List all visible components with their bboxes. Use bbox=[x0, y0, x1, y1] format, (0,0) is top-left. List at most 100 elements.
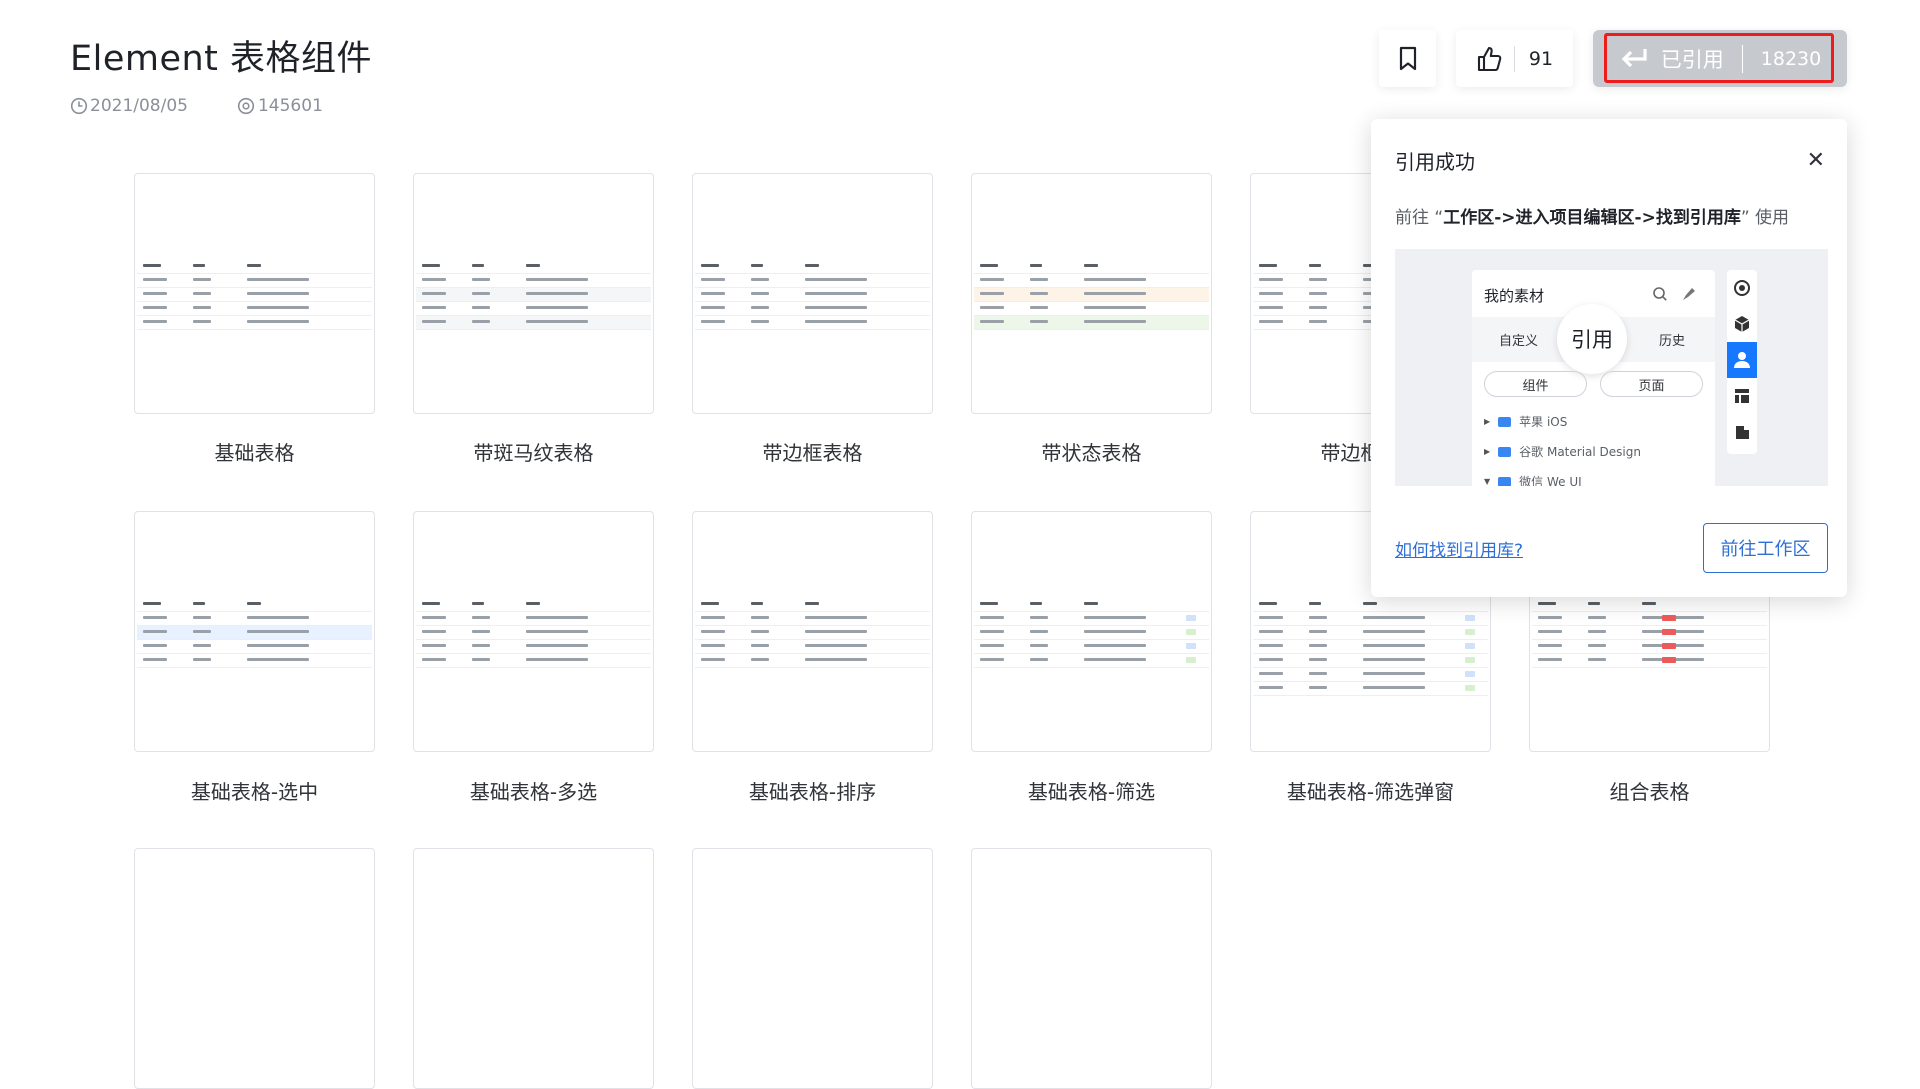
go-to-workspace-button[interactable]: 前往工作区 bbox=[1703, 523, 1828, 573]
user-icon bbox=[1727, 342, 1757, 378]
component-card-label: 基础表格-筛选 bbox=[1027, 780, 1156, 804]
thumbnail-row bbox=[1253, 598, 1488, 612]
publish-date: 2021/08/05 bbox=[70, 96, 188, 116]
thumbnail-row bbox=[974, 274, 1209, 288]
component-card[interactable] bbox=[692, 173, 933, 414]
thumbnail-row bbox=[137, 288, 372, 302]
cite-success-popup: 引用成功 ✕ 前往 “工作区->进入项目编辑区->找到引用库” 使用 我的素材 … bbox=[1371, 119, 1847, 597]
table-thumbnail bbox=[137, 260, 372, 330]
thumbnail-row bbox=[1532, 654, 1767, 668]
how-to-find-library-link[interactable]: 如何找到引用库? bbox=[1395, 536, 1523, 561]
component-card-label: 带斑马纹表格 bbox=[473, 441, 594, 465]
thumbnail-row bbox=[416, 316, 651, 330]
popup-description: 前往 “工作区->进入项目编辑区->找到引用库” 使用 bbox=[1395, 203, 1789, 228]
thumbnail-row bbox=[416, 274, 651, 288]
thumbnail-row bbox=[416, 260, 651, 274]
thumbnail-row bbox=[974, 302, 1209, 316]
thumbnail-row bbox=[1253, 682, 1488, 696]
component-card[interactable] bbox=[134, 173, 375, 414]
component-card[interactable] bbox=[413, 511, 654, 752]
thumbnail-row bbox=[695, 598, 930, 612]
like-button[interactable]: 91 bbox=[1456, 30, 1573, 87]
thumbnail-row bbox=[974, 288, 1209, 302]
thumbnail-row bbox=[1253, 640, 1488, 654]
thumbnail-row bbox=[1253, 626, 1488, 640]
component-card[interactable] bbox=[971, 848, 1212, 1089]
preview-tree-item: ▶ 谷歌 Material Design bbox=[1484, 445, 1641, 459]
target-icon bbox=[1727, 270, 1757, 306]
component-card-label: 基础表格-排序 bbox=[748, 780, 877, 804]
library-preview-image: 我的素材 自定义 历史 引用 组件 页面 ▶ 苹果 iOS ▶ 谷歌 Materia… bbox=[1395, 249, 1828, 486]
table-thumbnail bbox=[974, 598, 1209, 668]
thumbnail-row bbox=[974, 260, 1209, 274]
component-card-label: 带状态表格 bbox=[1041, 441, 1142, 465]
component-card[interactable] bbox=[413, 848, 654, 1089]
brush-icon bbox=[1683, 288, 1695, 300]
bookmark-icon bbox=[1399, 46, 1416, 70]
preview-panel: 我的素材 自定义 历史 引用 组件 页面 ▶ 苹果 iOS ▶ 谷歌 Materia… bbox=[1472, 270, 1715, 486]
thumbnail-row bbox=[974, 316, 1209, 330]
preview-tab-history: 历史 bbox=[1659, 334, 1686, 349]
desc-suffix: ” 使用 bbox=[1740, 208, 1790, 228]
thumbnail-row bbox=[695, 274, 930, 288]
thumbnail-row bbox=[974, 654, 1209, 668]
thumbnail-row bbox=[695, 612, 930, 626]
component-card-label: 组合表格 bbox=[1609, 780, 1690, 804]
preview-tab-custom: 自定义 bbox=[1499, 334, 1539, 349]
thumbnail-row bbox=[695, 302, 930, 316]
thumbs-up-icon bbox=[1477, 46, 1502, 71]
folder-icon bbox=[1498, 476, 1512, 486]
desc-path: 工作区->进入项目编辑区->找到引用库 bbox=[1443, 208, 1741, 228]
popup-title: 引用成功 bbox=[1395, 150, 1475, 174]
view-count: 145601 bbox=[236, 96, 323, 116]
thumbnail-row bbox=[137, 316, 372, 330]
component-card[interactable] bbox=[692, 848, 933, 1089]
thumbnail-row bbox=[137, 654, 372, 668]
thumbnail-row bbox=[695, 640, 930, 654]
bookmark-button[interactable] bbox=[1379, 30, 1436, 87]
preview-pill-page: 页面 bbox=[1600, 371, 1703, 397]
cube-icon bbox=[1727, 306, 1757, 342]
thumbnail-row bbox=[695, 260, 930, 274]
component-card[interactable] bbox=[413, 173, 654, 414]
component-card[interactable] bbox=[692, 511, 933, 752]
component-card[interactable] bbox=[971, 173, 1212, 414]
component-card[interactable] bbox=[134, 848, 375, 1089]
page-meta: 2021/08/05 145601 bbox=[70, 96, 371, 116]
component-card-label: 基础表格-多选 bbox=[469, 780, 598, 804]
table-thumbnail bbox=[695, 598, 930, 668]
thumbnail-row bbox=[137, 260, 372, 274]
table-thumbnail bbox=[974, 260, 1209, 330]
clock-icon bbox=[70, 97, 88, 115]
thumbnail-row bbox=[1253, 668, 1488, 682]
preview-tree-item: ▼ 微信 We UI bbox=[1484, 475, 1582, 486]
component-card[interactable] bbox=[134, 511, 375, 752]
thumbnail-row bbox=[695, 654, 930, 668]
close-icon[interactable]: ✕ bbox=[1807, 148, 1825, 173]
page-title: Element 表格组件 bbox=[70, 39, 373, 79]
thumbnail-row bbox=[416, 654, 651, 668]
thumbnail-row bbox=[137, 598, 372, 612]
table-thumbnail bbox=[695, 260, 930, 330]
thumbnail-row bbox=[974, 598, 1209, 612]
table-thumbnail bbox=[1253, 598, 1488, 696]
thumbnail-row bbox=[416, 288, 651, 302]
folder-icon bbox=[1498, 416, 1512, 427]
thumbnail-row bbox=[416, 612, 651, 626]
like-count: 91 bbox=[1528, 47, 1554, 70]
thumbnail-row bbox=[695, 316, 930, 330]
preview-pill-component: 组件 bbox=[1484, 371, 1587, 397]
search-icon bbox=[1653, 287, 1667, 301]
thumbnail-row bbox=[416, 598, 651, 612]
thumbnail-row bbox=[416, 640, 651, 654]
thumbnail-row bbox=[695, 288, 930, 302]
component-card-label: 基础表格-筛选弹窗 bbox=[1286, 780, 1455, 804]
cited-button[interactable]: 已引用 18230 bbox=[1593, 30, 1847, 87]
caret-right-icon: ▶ bbox=[1484, 417, 1491, 426]
thumbnail-row bbox=[137, 626, 372, 640]
component-card[interactable] bbox=[971, 511, 1212, 752]
desc-prefix: 前往 “ bbox=[1395, 208, 1444, 228]
thumbnail-row bbox=[974, 612, 1209, 626]
caret-right-icon: ▶ bbox=[1484, 447, 1491, 456]
preview-panel-title: 我的素材 bbox=[1484, 287, 1545, 305]
